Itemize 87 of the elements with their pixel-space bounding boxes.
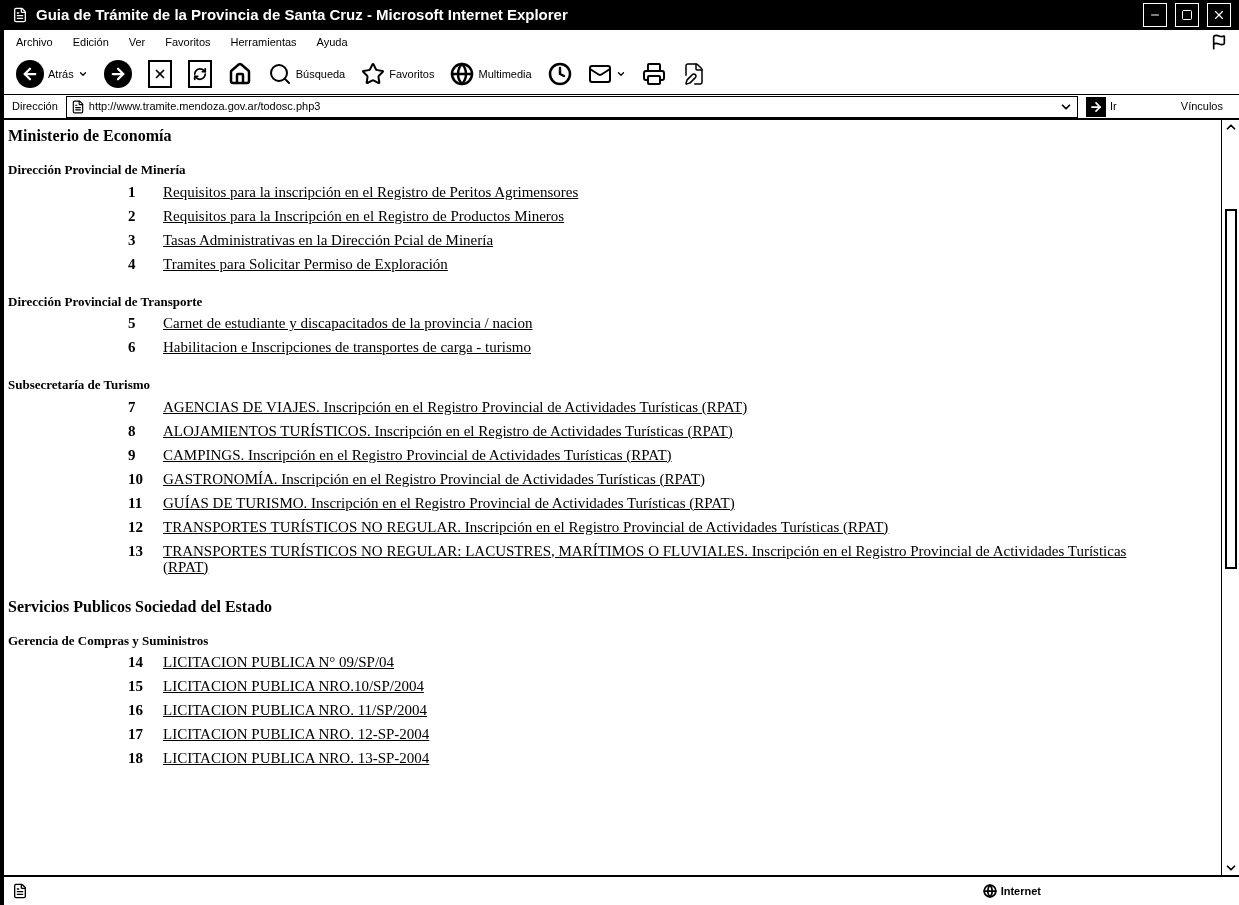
globe-icon — [450, 62, 475, 86]
mail-icon — [587, 62, 612, 86]
menu-item[interactable]: Ayuda — [316, 33, 348, 51]
item-number: 15 — [127, 678, 144, 694]
home-icon — [227, 62, 252, 86]
item-number: 1 — [127, 183, 137, 200]
stop-icon — [147, 60, 172, 88]
back-button[interactable]: Atrás — [16, 60, 88, 88]
refresh-icon — [187, 60, 212, 88]
history-button[interactable] — [547, 62, 572, 86]
menu-item[interactable]: Ver — [128, 33, 146, 51]
item-number: 6 — [127, 339, 137, 355]
item-number: 11 — [127, 494, 144, 511]
star-icon — [361, 62, 386, 86]
subsection-heading: Gerencia de Compras y Suministros — [8, 631, 210, 650]
item-number: 2 — [127, 207, 137, 224]
caret-icon — [77, 69, 88, 79]
favorites-button[interactable]: Favoritos — [361, 62, 435, 86]
menu-item[interactable]: Archivo — [16, 33, 53, 51]
item-number: 12 — [127, 518, 144, 535]
subsection-heading: Dirección Provincial de Transporte — [8, 292, 204, 311]
document-link[interactable]: Requisitos para la inscripción en el Registro de Peritos Agrimensores — [163, 183, 579, 200]
document-link[interactable]: Habilitacion e Inscripciones de transportes de carga - turismo — [163, 339, 531, 355]
item-number: 9 — [127, 446, 137, 463]
item-number: 14 — [127, 654, 144, 670]
refresh-button[interactable] — [187, 60, 212, 88]
document-link[interactable]: AGENCIAS DE VIAJES. Inscripción en el Registro Provincial de Actividades Turísticas (RPAT) — [163, 398, 748, 415]
document-link[interactable]: GUÍAS DE TURISMO. Inscripción en el Registro Provincial de Actividades Turísticas (RPAT) — [163, 494, 735, 511]
document-link[interactable]: Carnet de estudiante y discapacitados de la provincia / nacion — [163, 315, 533, 331]
item-number: 10 — [127, 470, 144, 487]
page-icon — [70, 99, 85, 114]
go-button[interactable]: Ir — [1086, 96, 1117, 117]
subsection-heading: Dirección Provincial de Minería — [8, 161, 187, 179]
print-button[interactable] — [641, 62, 666, 86]
search-icon — [267, 62, 292, 86]
section-heading: Servicios Publicos Sociedad del Estado — [8, 596, 274, 617]
search-button[interactable]: Búsqueda — [267, 62, 346, 86]
menu-item[interactable]: Favoritos — [165, 33, 211, 51]
window-title: Guia de Trámite de la Provincia de Santa Cruz - Microsoft Internet Explorer — [36, 4, 569, 25]
item-number: 13 — [127, 542, 144, 561]
caret-icon — [615, 69, 626, 79]
document-link[interactable]: ALOJAMIENTOS TURÍSTICOS. Inscripción en el Registro de Actividades Turísticas (RPAT) — [163, 422, 733, 439]
page-icon — [12, 7, 28, 23]
document-link[interactable]: TRANSPORTES TURÍSTICOS NO REGULAR: LACUSTRES, MARÍTIMOS O FLUVIALES. Inscripción en el Registro Provincial de Actividades Turísticas (RPAT) — [163, 542, 1131, 575]
maximize-icon — [1181, 9, 1193, 21]
item-number: 17 — [127, 726, 144, 742]
document-link[interactable]: TRANSPORTES TURÍSTICOS NO REGULAR. Inscripción en el Registro Provincial de Actividades Turísticas (RPAT) — [163, 518, 889, 535]
globe-icon — [982, 884, 997, 898]
document-link[interactable]: Tramites para Solicitar Permiso de Exploración — [163, 255, 448, 272]
item-number: 18 — [127, 750, 144, 766]
links-label[interactable]: Vínculos — [1180, 98, 1223, 115]
document-link[interactable]: LICITACION PUBLICA NRO. 13-SP-2004 — [163, 750, 430, 766]
history-icon — [547, 62, 572, 86]
home-button[interactable] — [227, 62, 252, 86]
section-heading: Ministerio de Economía — [8, 126, 173, 146]
item-number: 16 — [127, 702, 144, 718]
maximize-button[interactable] — [1175, 3, 1199, 27]
document-link[interactable]: LICITACION PUBLICA N° 09/SP/04 — [163, 654, 395, 670]
document-link[interactable]: LICITACION PUBLICA NRO. 11/SP/2004 — [163, 702, 428, 718]
media-button[interactable]: Multimedia — [450, 62, 532, 86]
mail-button[interactable] — [587, 62, 626, 86]
menu-item[interactable]: Herramientas — [230, 33, 297, 51]
document-link[interactable]: LICITACION PUBLICA NRO. 12-SP-2004 — [163, 726, 430, 742]
forward-button[interactable] — [103, 60, 132, 88]
document-link[interactable]: LICITACION PUBLICA NRO.10/SP/2004 — [163, 678, 424, 694]
document-link[interactable]: Requisitos para la Inscripción en el Registro de Productos Mineros — [163, 207, 565, 224]
address-field[interactable]: http://www.tramite.mendoza.gov.ar/todosc.php3 — [65, 95, 1079, 118]
item-number: 8 — [127, 422, 137, 439]
print-icon — [641, 62, 666, 86]
menu-item[interactable]: Edición — [72, 33, 109, 51]
item-number: 4 — [127, 255, 137, 272]
document-link[interactable]: CAMPINGS. Inscripción en el Registro Provincial de Actividades Turísticas (RPAT) — [163, 446, 672, 463]
subsection-heading: Subsecretaría de Turismo — [8, 376, 152, 394]
stop-button[interactable] — [147, 60, 172, 88]
item-number: 7 — [127, 398, 137, 415]
scroll-thumb[interactable] — [1224, 209, 1237, 569]
close-icon — [1212, 8, 1226, 22]
minimize-button[interactable] — [1143, 3, 1167, 27]
address-label: Dirección — [12, 99, 58, 115]
scrollbar[interactable] — [1221, 120, 1239, 875]
close-button[interactable] — [1207, 3, 1231, 27]
item-number: 3 — [127, 231, 137, 248]
document-link[interactable]: GASTRONOMÍA. Inscripción en el Registro Provincial de Actividades Turísticas (RPAT) — [163, 470, 705, 487]
page-icon — [12, 883, 28, 899]
document-link[interactable]: Tasas Administrativas en la Dirección Pcial de Minería — [163, 231, 494, 248]
security-zone: Internet — [1000, 883, 1041, 899]
item-number: 5 — [127, 315, 137, 331]
